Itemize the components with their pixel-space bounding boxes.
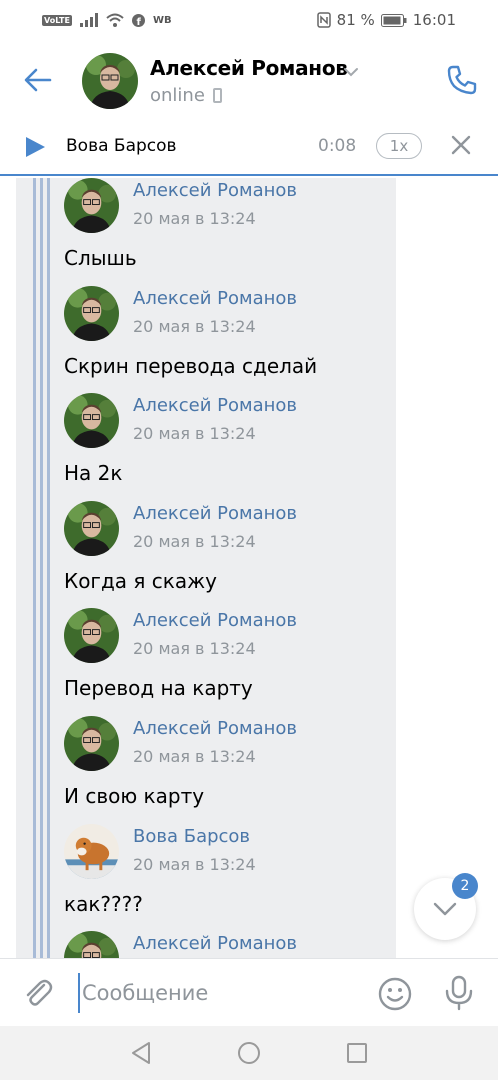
- volte-icon: VoLTE: [42, 14, 72, 26]
- play-button[interactable]: [24, 136, 46, 162]
- battery-percent: 81 %: [336, 11, 375, 29]
- attach-button[interactable]: [22, 977, 54, 1013]
- chat-header: Алексей Романов online: [0, 40, 498, 118]
- forward-line: [40, 178, 43, 958]
- message-author[interactable]: Алексей Романов: [133, 180, 297, 201]
- clock: 16:01: [412, 11, 456, 29]
- message-text: Слышь: [64, 246, 137, 270]
- arrow-left-icon: [24, 68, 52, 92]
- wb-icon: WB: [152, 14, 172, 26]
- track-duration: 0:08: [318, 136, 357, 156]
- wifi-icon: [106, 13, 124, 27]
- system-navigation-bar: [0, 1026, 498, 1080]
- message-author[interactable]: Алексей Романов: [133, 395, 297, 416]
- mobile-device-icon: [212, 88, 222, 103]
- avatar[interactable]: [64, 823, 119, 879]
- message-text: На 2к: [64, 461, 123, 486]
- circle-home-icon: [238, 1042, 260, 1064]
- message-author[interactable]: Алексей Романов: [133, 933, 297, 954]
- online-status: online: [150, 85, 205, 106]
- message-date: 20 мая в 13:24: [133, 209, 256, 228]
- message-text: Перевод на карту: [64, 676, 253, 701]
- message-text: Скрин перевода сделай: [64, 353, 318, 378]
- play-icon: [26, 137, 45, 157]
- close-player-button[interactable]: [450, 134, 472, 160]
- message-text: И свою карту: [64, 784, 205, 808]
- svg-text:f: f: [136, 17, 141, 27]
- microphone-icon: [445, 975, 473, 1011]
- smile-icon: [378, 977, 412, 1011]
- message-author[interactable]: Алексей Романов: [133, 718, 297, 739]
- triangle-back-icon: [132, 1042, 150, 1064]
- nav-back-button[interactable]: [126, 1038, 156, 1068]
- track-title[interactable]: Вова Барсов: [66, 136, 177, 156]
- message-date: 20 мая в 13:24: [133, 747, 256, 766]
- nav-recents-button[interactable]: [342, 1038, 372, 1068]
- message-author[interactable]: Вова Барсов: [133, 826, 250, 847]
- avatar[interactable]: [64, 285, 119, 341]
- call-button[interactable]: [444, 62, 480, 98]
- avatar[interactable]: [64, 500, 119, 556]
- phone-call-icon: [447, 65, 477, 95]
- status-bar: VoLTE f WB 81 % 16:01: [0, 0, 498, 40]
- square-recents-icon: [347, 1043, 367, 1063]
- message-text: Когда я скажу: [64, 568, 217, 593]
- message-date: 20 мая в 13:24: [133, 639, 256, 659]
- message-date: 20 мая в 13:24: [133, 316, 256, 336]
- emoji-button[interactable]: [378, 977, 412, 1015]
- message-date: 20 мая в 13:24: [133, 531, 256, 551]
- status-bar-left: VoLTE f WB: [42, 13, 172, 27]
- back-button[interactable]: [20, 62, 56, 98]
- message-date: 20 мая в 13:24: [133, 854, 256, 874]
- message-composer: [0, 958, 498, 1026]
- message-text: как????: [64, 891, 143, 916]
- battery-icon: [380, 13, 407, 27]
- avatar[interactable]: [64, 393, 119, 449]
- avatar[interactable]: [82, 53, 138, 109]
- paperclip-icon: [26, 979, 53, 1006]
- contact-status: online: [150, 85, 222, 106]
- status-bar-right: 81 % 16:01: [316, 11, 456, 29]
- message-input[interactable]: [78, 973, 358, 1013]
- playback-speed-button[interactable]: 1x: [376, 133, 422, 159]
- audio-player: Вова Барсов 0:08 1x: [0, 118, 498, 176]
- facebook-icon: f: [131, 13, 145, 27]
- message-author[interactable]: Алексей Романов: [133, 610, 297, 631]
- forward-line: [33, 178, 36, 958]
- message-date: 20 мая в 13:24: [133, 424, 256, 444]
- unread-count-badge: 2: [452, 873, 478, 899]
- message-author[interactable]: Алексей Романов: [133, 288, 297, 309]
- nfc-icon: [316, 12, 331, 28]
- forward-line: [47, 178, 50, 958]
- contact-name[interactable]: Алексей Романов: [150, 56, 348, 80]
- chevron-down-icon[interactable]: [343, 62, 359, 81]
- voice-message-button[interactable]: [444, 975, 474, 1015]
- message-author[interactable]: Алексей Романов: [133, 503, 297, 524]
- chat-screen: VoLTE f WB 81 % 16:01 Алексей Романов on…: [0, 0, 498, 1080]
- avatar[interactable]: [64, 716, 119, 771]
- signal-icon: [79, 13, 98, 27]
- chevron-down-icon: [433, 902, 457, 916]
- close-icon: [451, 135, 471, 155]
- message-list[interactable]: Алексей Романов 20 мая в 13:24 Слышь Алексе…: [0, 178, 498, 958]
- avatar[interactable]: [64, 178, 119, 233]
- nav-home-button[interactable]: [234, 1038, 264, 1068]
